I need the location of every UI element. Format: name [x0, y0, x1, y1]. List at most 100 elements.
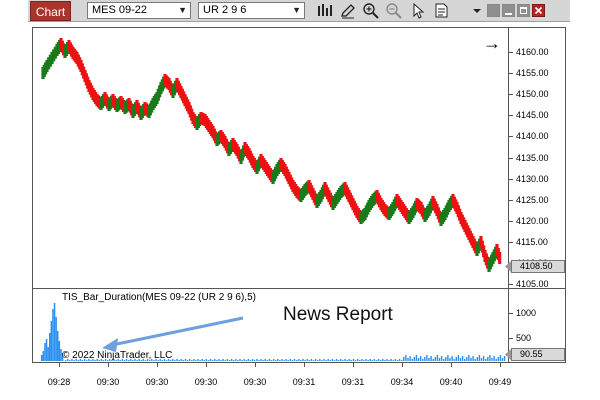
duration-bar [411, 359, 413, 361]
pointer-icon[interactable] [409, 2, 427, 19]
duration-bar [314, 359, 317, 361]
price-axis[interactable]: 4160.00 4155.00 4150.00 4145.00 4140.00 4135.… [505, 27, 566, 290]
duration-bar [415, 355, 418, 361]
duration-bar [352, 359, 355, 361]
duration-bar [268, 359, 271, 361]
duration-bar [354, 360, 357, 361]
close-icon[interactable] [532, 4, 545, 17]
duration-bar [461, 356, 464, 361]
price-chart-pane[interactable]: → [32, 27, 508, 289]
duration-bar [434, 357, 436, 361]
draw-pencil-icon[interactable] [339, 2, 357, 19]
duration-bar [321, 360, 323, 361]
indicator-title: TIS_Bar_Duration(MES 09-22 (UR 2 9 6),5) [62, 292, 256, 303]
duration-bar [403, 357, 405, 361]
duration-bar [447, 355, 449, 361]
duration-bar [451, 356, 453, 361]
chart-tab[interactable]: Chart [30, 1, 71, 21]
duration-bar [501, 358, 504, 361]
duration-bar [256, 359, 258, 361]
duration-bar [373, 359, 376, 361]
duration-bar [45, 339, 48, 361]
duration-bar [338, 360, 340, 361]
time-tick-label: 09:40 [439, 377, 463, 387]
duration-bar [272, 359, 275, 361]
duration-bar [218, 359, 220, 361]
price-tick-mark [509, 52, 513, 53]
zoom-in-icon[interactable] [362, 2, 380, 19]
duration-bar [182, 360, 184, 361]
price-tick-mark [509, 199, 513, 201]
duration-bar [428, 358, 430, 361]
properties-icon[interactable] [432, 2, 450, 19]
duration-bar [289, 359, 292, 361]
price-tick-mark [509, 284, 513, 286]
duration-bar [308, 360, 310, 361]
price-tick-mark [509, 241, 513, 243]
duration-bar [55, 317, 57, 361]
tile-icon[interactable] [487, 4, 500, 17]
time-tick-label: 09:30 [96, 377, 120, 387]
duration-bar [178, 360, 180, 361]
price-tick-label: 4105.00 [516, 279, 549, 290]
duration-bar [186, 360, 189, 361]
bar-type-select[interactable]: UR 2 9 6 ▼ [198, 2, 305, 19]
indicator-axis[interactable]: 1000 500 90.55 [505, 289, 566, 363]
annotation-text: News Report [283, 304, 393, 325]
duration-bar [50, 321, 53, 361]
time-tick-label: 09:31 [292, 377, 316, 387]
time-axis[interactable]: 09:28 09:30 09:30 09:30 09:30 09:31 09:31 09:34… [32, 363, 566, 393]
menu-dropdown-icon[interactable] [471, 2, 483, 19]
ind-ytick-500: 500 [516, 333, 532, 343]
time-tick-label: 09:28 [47, 377, 71, 387]
duration-bar [317, 360, 319, 361]
duration-bar [331, 359, 334, 361]
price-tick-mark [509, 178, 513, 180]
duration-bar [285, 359, 287, 361]
instrument-select[interactable]: MES 09-22 ▼ [87, 2, 191, 19]
duration-bar [401, 360, 403, 361]
maximize-icon[interactable] [517, 4, 530, 17]
bar-style-icon[interactable] [315, 2, 333, 19]
duration-bar [480, 358, 483, 361]
duration-bar [319, 359, 321, 361]
price-tick-label: 4140.00 [516, 131, 549, 142]
duration-bar [52, 309, 54, 361]
price-tick-mark [509, 157, 513, 159]
duration-bar [392, 360, 394, 361]
duration-bar [197, 359, 199, 361]
duration-bar [457, 355, 460, 361]
duration-bar [174, 360, 176, 361]
duration-bar [207, 360, 210, 361]
duration-bar [356, 359, 359, 361]
copyright-text: © 2022 NinjaTrader, LLC [62, 350, 173, 361]
duration-bar [53, 303, 56, 361]
duration-bar [478, 355, 481, 361]
duration-bar [333, 360, 336, 361]
duration-bar [407, 358, 409, 361]
duration-bar [377, 359, 380, 361]
duration-bar [386, 359, 388, 361]
duration-bar [180, 359, 182, 361]
duration-bar [348, 359, 350, 361]
duration-bar [212, 360, 214, 361]
duration-bar [405, 355, 407, 361]
duration-bar [300, 360, 302, 361]
duration-bar [310, 359, 313, 361]
duration-bar [449, 358, 451, 361]
renko-bars [41, 38, 502, 272]
duration-bar [233, 360, 235, 361]
duration-bar [279, 360, 281, 361]
duration-bar [42, 351, 45, 361]
minimize-icon[interactable] [502, 4, 515, 17]
duration-bar [254, 360, 256, 361]
duration-bar [482, 356, 485, 361]
duration-bar [394, 359, 397, 361]
duration-bar [296, 360, 298, 361]
chart-toolbar: Chart MES 09-22 ▼ UR 2 9 6 ▼ [28, 0, 570, 22]
duration-bar [247, 359, 250, 361]
duration-bar [344, 359, 346, 361]
duration-bar [363, 360, 365, 361]
zoom-out-icon[interactable] [385, 2, 403, 19]
price-tick-label: 4160.00 [516, 47, 549, 57]
